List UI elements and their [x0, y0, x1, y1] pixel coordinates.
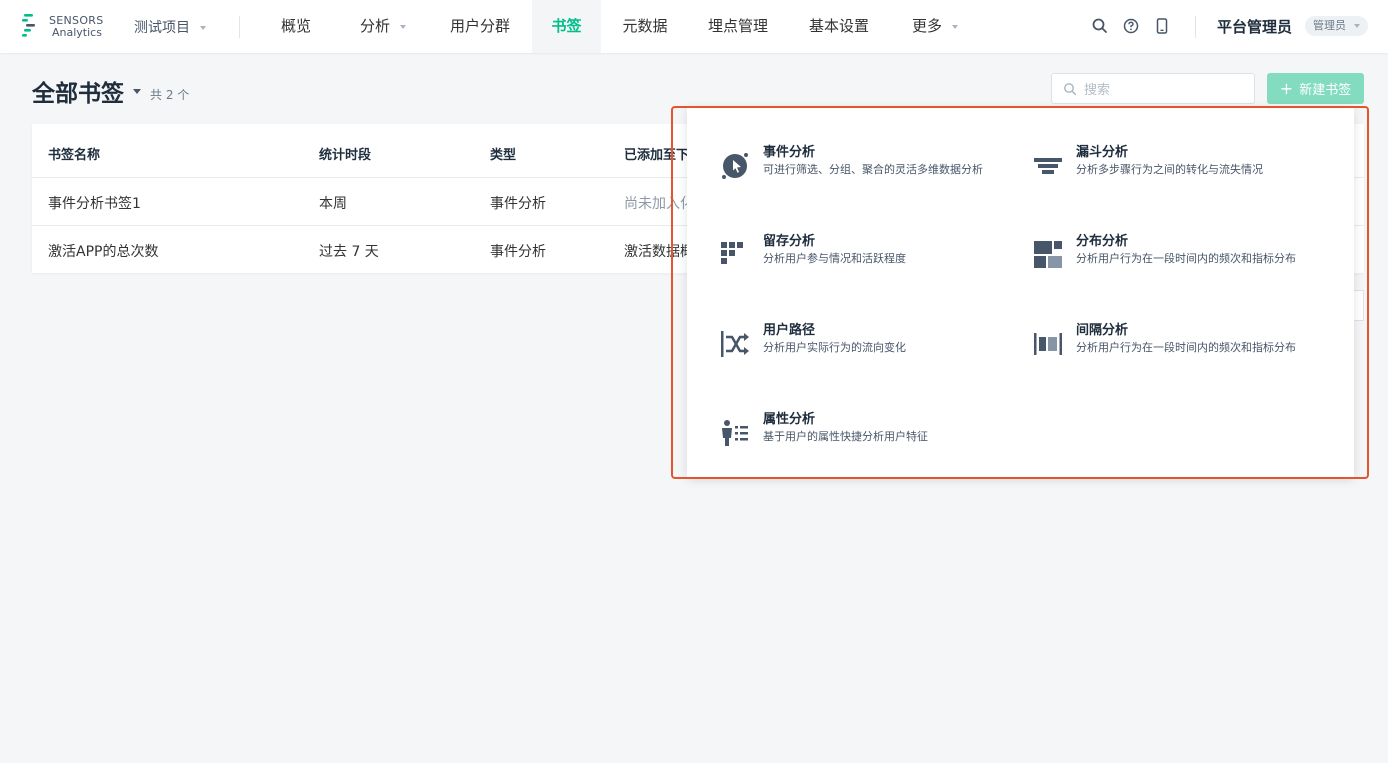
divider	[1195, 16, 1196, 38]
column-header-type[interactable]: 类型	[490, 144, 516, 163]
cell-period: 过去 7 天	[319, 244, 379, 260]
nav-item-metadata[interactable]: 元数据	[610, 0, 680, 53]
nav-item-tracking[interactable]: 埋点管理	[698, 0, 778, 53]
chevron-down-icon	[200, 26, 206, 30]
search-box[interactable]	[1051, 73, 1255, 104]
cell-bookmark-name[interactable]: 激活APP的总次数	[48, 241, 158, 261]
brand-name-line2: Analytics	[52, 26, 102, 39]
new-bookmark-label: 新建书签	[1299, 83, 1352, 98]
nav-item-overview[interactable]: 概览	[261, 0, 331, 53]
top-navbar: SENSORS Analytics 测试项目 概览 分析 用户分群 书签 元数据…	[0, 0, 1388, 53]
search-icon	[1064, 83, 1077, 96]
chevron-down-icon[interactable]	[133, 89, 141, 94]
new-bookmark-button[interactable]: + 新建书签	[1267, 73, 1364, 104]
nav-item-more[interactable]: 更多	[900, 0, 970, 53]
bookmark-count: 共 2 个	[150, 88, 190, 102]
column-header-period[interactable]: 统计时段	[319, 144, 371, 163]
cell-period: 本周	[319, 196, 347, 212]
page-title[interactable]: 全部书签	[32, 74, 124, 108]
cell-type: 事件分析	[490, 196, 546, 212]
user-role-badge[interactable]: 管理员	[1305, 16, 1368, 36]
project-selector[interactable]: 测试项目	[134, 17, 206, 37]
column-header-name[interactable]: 书签名称	[48, 144, 100, 163]
mobile-icon[interactable]	[1153, 17, 1171, 35]
nav-item-label: 用户分群	[449, 17, 510, 35]
nav-item-label: 基本设置	[808, 17, 869, 35]
divider	[239, 16, 240, 38]
highlight-annotation-box	[671, 106, 1369, 479]
help-icon[interactable]	[1122, 17, 1140, 35]
nav-item-label: 概览	[280, 17, 311, 35]
chevron-down-icon	[400, 24, 406, 29]
sensors-logo[interactable]: SENSORS Analytics	[22, 13, 112, 41]
nav-item-label: 分析	[359, 17, 390, 35]
user-name[interactable]: 平台管理员	[1217, 16, 1292, 37]
nav-item-analysis[interactable]: 分析	[343, 0, 423, 53]
cell-type: 事件分析	[490, 244, 546, 260]
chevron-down-icon	[1354, 24, 1360, 28]
nav-item-settings[interactable]: 基本设置	[799, 0, 879, 53]
nav-item-label: 更多	[911, 17, 942, 35]
cell-bookmark-name[interactable]: 事件分析书签1	[48, 193, 141, 213]
nav-item-label: 元数据	[622, 17, 668, 35]
project-label: 测试项目	[134, 20, 190, 36]
nav-item-user-segment[interactable]: 用户分群	[440, 0, 520, 53]
user-role-label: 管理员	[1313, 19, 1346, 32]
sensors-logo-icon	[22, 14, 35, 37]
plus-icon: +	[1279, 79, 1294, 98]
search-icon[interactable]	[1091, 17, 1109, 35]
search-input[interactable]	[1082, 79, 1246, 101]
nav-item-label: 埋点管理	[707, 17, 768, 35]
nav-item-label: 书签	[551, 17, 582, 35]
chevron-down-icon	[952, 24, 958, 29]
nav-item-bookmarks[interactable]: 书签	[532, 0, 601, 53]
